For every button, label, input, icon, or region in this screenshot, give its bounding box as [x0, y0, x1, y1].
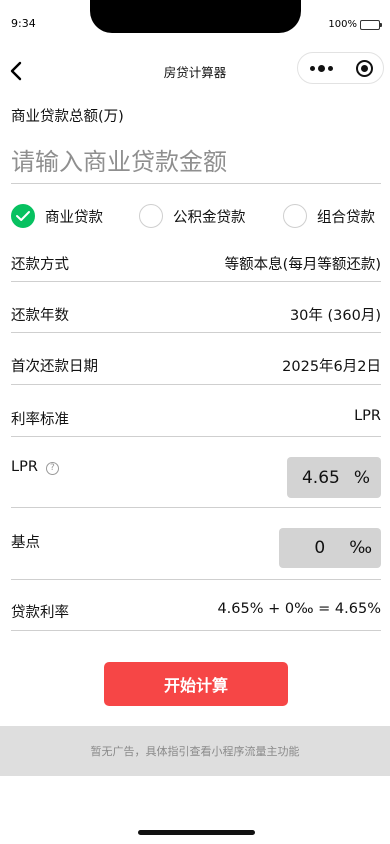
basis-points-label: 基点 [11, 535, 40, 551]
rate-standard-row[interactable]: 利率标准 LPR [11, 385, 381, 437]
repayment-method-value: 等额本息(每月等额还款) [224, 257, 381, 273]
radio-combined-loan[interactable]: 组合贷款 [283, 204, 375, 228]
first-payment-date-label: 首次还款日期 [11, 359, 98, 375]
rate-standard-label: 利率标准 [11, 412, 69, 428]
phone-screen: 9:34 100% 房贷计算器 商业贷款总额(万) 商业贷款 [0, 0, 390, 844]
basis-points-row: 基点 0 ‰ [11, 508, 381, 580]
check-circle-icon [11, 204, 35, 228]
repayment-method-row[interactable]: 还款方式 等额本息(每月等额还款) [11, 244, 381, 282]
status-time: 9:34 [11, 17, 36, 30]
mini-program-capsule [297, 52, 384, 84]
loan-rate-value: 4.65% + 0‰ = 4.65% [217, 601, 381, 617]
lpr-value: 4.65 [301, 467, 340, 488]
loan-amount-label: 商业贷款总额(万) [11, 109, 124, 125]
radio-empty-icon [139, 204, 163, 228]
ad-text: 暂无广告，具体指引查看小程序流量主功能 [90, 745, 300, 758]
radio-label: 组合贷款 [317, 209, 375, 226]
basis-points-value: 0 [314, 538, 326, 558]
lpr-unit: % [353, 467, 370, 488]
battery-percent: 100% [328, 19, 357, 30]
repayment-method-label: 还款方式 [11, 257, 69, 273]
nav-bar: 房贷计算器 [0, 50, 390, 90]
radio-provident-fund-loan[interactable]: 公积金贷款 [139, 204, 246, 228]
lpr-label-wrap: LPR? [11, 459, 59, 475]
loan-years-value: 30年 (360月) [289, 308, 381, 324]
radio-label: 商业贷款 [45, 209, 103, 226]
more-dots-icon[interactable] [298, 53, 345, 83]
radio-label: 公积金贷款 [173, 209, 246, 226]
battery-icon [360, 19, 382, 30]
radio-empty-icon [283, 204, 307, 228]
start-calculate-button[interactable]: 开始计算 [104, 662, 288, 706]
ad-banner: 暂无广告，具体指引查看小程序流量主功能 [0, 726, 390, 776]
lpr-input[interactable]: 4.65 % [287, 457, 381, 498]
basis-points-input[interactable]: 0 ‰ [279, 528, 381, 568]
loan-type-group: 商业贷款 公积金贷款 组合贷款 [11, 204, 386, 232]
loan-years-row[interactable]: 还款年数 30年 (360月) [11, 282, 381, 333]
loan-rate-label: 贷款利率 [11, 605, 69, 621]
loan-amount-input[interactable] [11, 140, 381, 184]
help-question-icon[interactable]: ? [45, 461, 59, 475]
close-target-icon[interactable] [345, 53, 383, 83]
lpr-row: LPR? 4.65 % [11, 437, 381, 508]
loan-rate-row: 贷款利率 4.65% + 0‰ = 4.65% [11, 580, 381, 631]
lpr-label: LPR [11, 459, 38, 475]
basis-points-unit: ‰ [349, 538, 372, 558]
camera-notch [90, 0, 301, 33]
loan-years-label: 还款年数 [11, 308, 69, 324]
status-battery: 100% [328, 19, 382, 30]
home-indicator[interactable] [138, 830, 255, 835]
rate-standard-value: LPR [354, 408, 381, 424]
first-payment-date-value: 2025年6月2日 [282, 359, 381, 375]
first-payment-date-row[interactable]: 首次还款日期 2025年6月2日 [11, 333, 381, 385]
radio-commercial-loan[interactable]: 商业贷款 [11, 204, 103, 228]
